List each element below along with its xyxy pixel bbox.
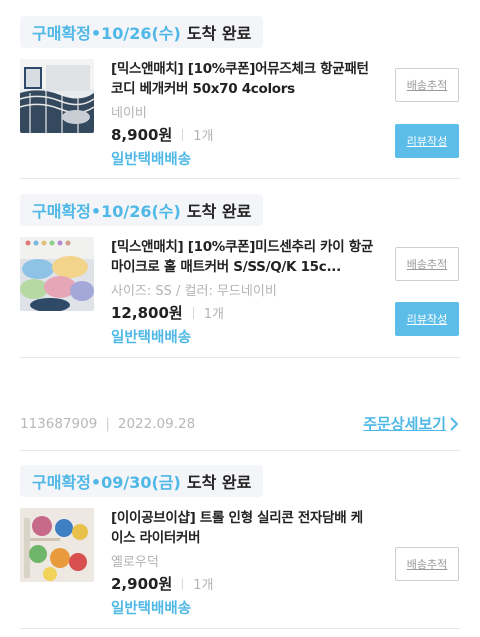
track-delivery-button[interactable]: 배송추적 xyxy=(395,547,459,581)
status-date: •10/26(수) xyxy=(90,24,181,43)
product-price: 12,800원 xyxy=(111,304,183,322)
status-label: 구매확정 xyxy=(32,473,91,492)
divider xyxy=(20,628,460,629)
product-price: 8,900원 xyxy=(111,126,173,144)
track-delivery-button[interactable]: 배송추적 xyxy=(395,68,459,102)
status-date: •09/30(금) xyxy=(90,473,181,492)
divider xyxy=(20,450,460,451)
order-detail-link[interactable]: 주문상세보기 xyxy=(363,413,458,434)
divider xyxy=(20,178,460,179)
product-quantity: 1개 xyxy=(203,307,224,322)
chevron-right-icon xyxy=(450,416,458,431)
order-status-pill: 구매확정 •10/26(수) 도착 완료 xyxy=(20,194,264,226)
write-review-button[interactable]: 리뷰작성 xyxy=(395,124,459,158)
product-option: 사이즈: SS / 컬러: 무드네이비 xyxy=(111,284,277,299)
product-price: 2,900원 xyxy=(111,575,173,593)
order-status-pill: 구매확정 •10/26(수) 도착 완료 xyxy=(20,16,264,48)
order-number: 113687909 xyxy=(20,416,98,432)
order-status-pill: 구매확정 •09/30(금) 도착 완료 xyxy=(20,465,264,497)
price-row: 2,900원 1개 xyxy=(111,573,213,594)
shipping-method: 일반택배배송 xyxy=(111,152,192,168)
order-detail-label[interactable]: 주문상세보기 xyxy=(363,413,446,434)
status-label: 구매확정 xyxy=(32,202,91,221)
price-divider xyxy=(182,577,184,590)
product-image[interactable] xyxy=(20,59,94,133)
arrival-label: 도착 완료 xyxy=(186,202,252,221)
product-title[interactable]: [믹스앤매치] [10%쿠폰]미드센추리 카이 항균마이크로 홀 매트커버 S/… xyxy=(111,237,373,277)
product-image[interactable] xyxy=(20,508,94,582)
status-label: 구매확정 xyxy=(32,24,91,43)
product-option: 네이비 xyxy=(111,106,147,121)
shipping-method: 일반택배배송 xyxy=(111,601,192,617)
write-review-button[interactable]: 리뷰작성 xyxy=(395,302,459,336)
price-row: 8,900원 1개 xyxy=(111,124,213,145)
arrival-label: 도착 완료 xyxy=(186,24,252,43)
order-meta: 113687909 | 2022.09.28 xyxy=(20,416,195,432)
arrival-label: 도착 완료 xyxy=(186,473,252,492)
product-title[interactable]: [이이공브이샵] 트롤 인형 실리콘 전자담배 케이스 라이터커버 xyxy=(111,508,373,548)
meta-separator: | xyxy=(105,416,110,432)
product-image[interactable] xyxy=(20,237,94,311)
price-divider xyxy=(182,128,184,141)
product-option: 옐로우덕 xyxy=(111,555,159,570)
price-row: 12,800원 1개 xyxy=(111,302,224,323)
shipping-method: 일반택배배송 xyxy=(111,330,192,346)
track-delivery-button[interactable]: 배송추적 xyxy=(395,247,459,281)
order-date: 2022.09.28 xyxy=(117,416,196,432)
divider xyxy=(20,357,460,358)
product-title[interactable]: [믹스앤매치] [10%쿠폰]어뮤즈체크 항균패턴 코디 베개커버 50x70 … xyxy=(111,59,373,99)
product-quantity: 1개 xyxy=(193,129,214,144)
product-quantity: 1개 xyxy=(193,578,214,593)
status-date: •10/26(수) xyxy=(90,202,181,221)
price-divider xyxy=(192,306,194,319)
